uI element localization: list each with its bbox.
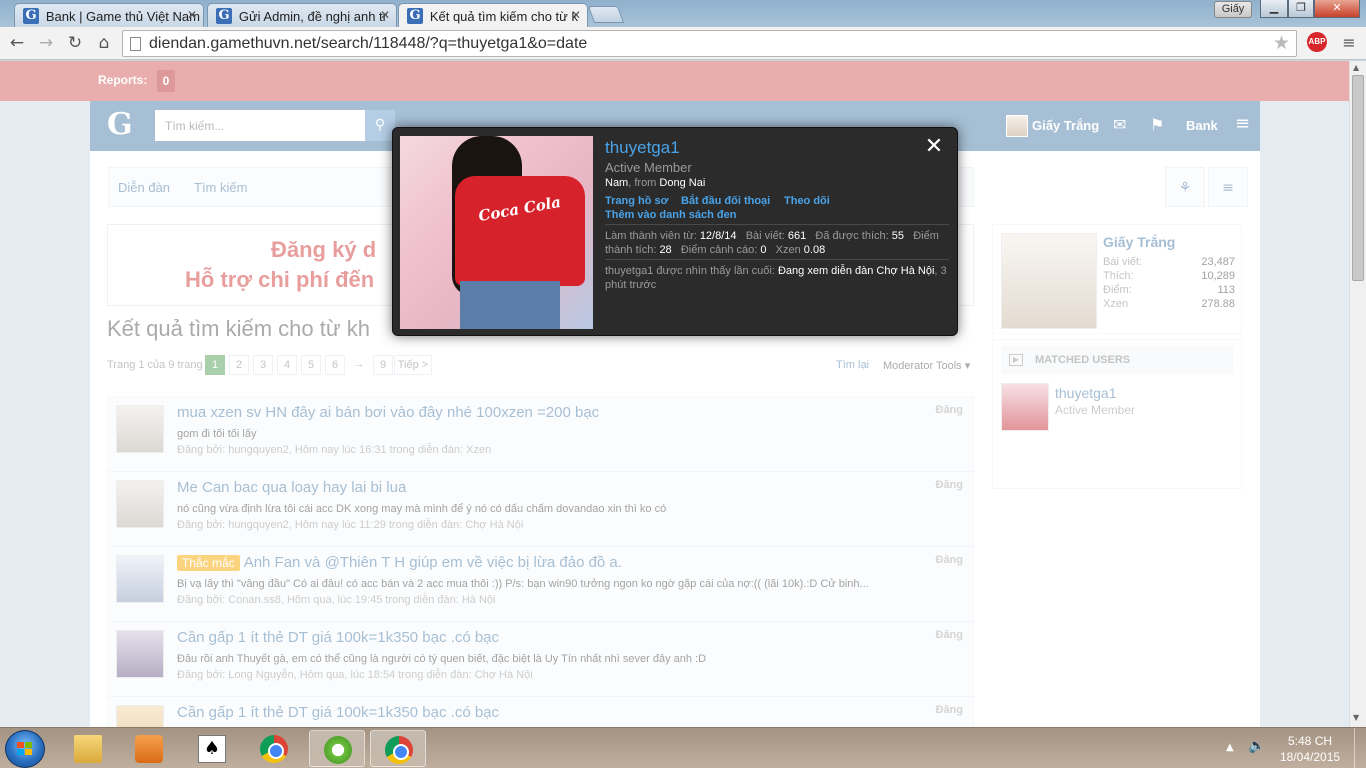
photo-shirt	[455, 176, 585, 286]
stat-value: 0	[760, 244, 767, 256]
member-name[interactable]: thuyetga1	[605, 138, 680, 158]
taskbar-media-player[interactable]	[121, 730, 177, 767]
divider	[605, 259, 949, 260]
browser-tab-active[interactable]: G Kết quả tìm kiếm cho từ k ✕	[398, 3, 588, 28]
chrome-icon	[385, 736, 413, 764]
member-last-seen: thuyetga1 được nhìn thấy lần cuối: Đang …	[605, 264, 949, 292]
cards-icon: ♠	[198, 735, 226, 763]
windows-logo-icon	[17, 742, 32, 755]
stat-label: Điểm cảnh cáo:	[680, 244, 758, 256]
address-bar[interactable]: diendan.gamethuvn.net/search/118448/?q=t…	[122, 30, 1297, 57]
browser-tab-strip: G Bank | Game thủ Việt Nam ✕ G Gửi Admin…	[0, 0, 1366, 28]
start-button[interactable]	[5, 730, 45, 768]
tab-title: Kết quả tìm kiếm cho từ k	[429, 8, 578, 24]
adblock-plus-icon[interactable]: ABP	[1307, 32, 1327, 52]
page-scrollbar[interactable]: ▲ ▼	[1349, 61, 1366, 727]
window-close-button[interactable]: ✕	[1314, 0, 1360, 18]
member-from-label: , from	[628, 177, 660, 189]
forward-arrow-icon[interactable]: →	[35, 33, 57, 53]
taskbar-chrome-active[interactable]	[370, 730, 426, 767]
member-title: Active Member	[605, 160, 692, 175]
photo-shorts	[460, 281, 560, 329]
taskbar-app-active[interactable]	[309, 730, 365, 767]
taskbar-explorer[interactable]	[60, 730, 116, 767]
media-player-icon	[135, 735, 163, 763]
close-icon[interactable]: ✕	[923, 136, 945, 158]
tab-close-icon[interactable]: ✕	[571, 8, 581, 22]
reload-icon[interactable]: ↻	[64, 33, 86, 53]
last-seen-prefix: thuyetga1 được nhìn thấy lần cuối:	[605, 265, 775, 277]
browser-toolbar: ← → ↻ ⌂ diendan.gamethuvn.net/search/118…	[0, 27, 1366, 60]
new-tab-button[interactable]	[587, 6, 625, 23]
stat-label: Bài viết:	[745, 230, 785, 242]
stat-label: Đã được thích:	[815, 230, 889, 242]
profile-page-link[interactable]: Trang hồ sơ	[605, 195, 668, 207]
browser-tab[interactable]: G Gửi Admin, đề nghị anh tr ✕	[207, 3, 397, 27]
member-card-popup: Coca Cola thuyetga1 Active Member Nam, f…	[392, 127, 958, 336]
minimize-button[interactable]: ▁	[1260, 0, 1288, 18]
site-favicon-icon: G	[216, 8, 232, 24]
stat-label: Xzen	[775, 244, 801, 256]
member-avatar-photo[interactable]: Coca Cola	[400, 136, 593, 329]
home-icon[interactable]: ⌂	[93, 33, 115, 53]
stat-value: 661	[787, 230, 807, 242]
tab-close-icon[interactable]: ✕	[187, 8, 197, 22]
browser-tab[interactable]: G Bank | Game thủ Việt Nam ✕	[14, 3, 204, 27]
tab-title: Bank | Game thủ Việt Nam	[45, 8, 200, 24]
follow-link[interactable]: Theo dõi	[784, 195, 830, 207]
tray-expand-icon[interactable]: ▲	[1226, 742, 1234, 753]
profile-badge[interactable]: Giấy	[1214, 1, 1252, 18]
stat-value: 0.08	[803, 244, 826, 256]
member-info: Nam, from Dong Nai	[605, 177, 705, 189]
show-desktop-button[interactable]	[1354, 728, 1366, 768]
url-text[interactable]: diendan.gamethuvn.net/search/118448/?q=t…	[149, 35, 587, 53]
last-seen-activity: Đang xem diễn đàn Chợ Hà Nội	[777, 265, 935, 277]
windows-taskbar: ♠ ▲ 🔈 5:48 CH 18/04/2015	[0, 727, 1366, 768]
back-arrow-icon[interactable]: ←	[6, 33, 28, 53]
volume-icon[interactable]: 🔈	[1248, 738, 1265, 754]
stat-label: Làm thành viên từ:	[605, 230, 697, 242]
site-favicon-icon: G	[407, 8, 423, 24]
maximize-button[interactable]: ❐	[1288, 0, 1314, 18]
member-location: Dong Nai	[659, 177, 706, 189]
bookmark-star-icon[interactable]: ★	[1273, 32, 1290, 54]
ignore-link[interactable]: Thêm vào danh sách đen	[605, 209, 736, 221]
app-icon	[324, 736, 352, 764]
member-stats: Làm thành viên từ: 12/8/14 Bài viết: 661…	[605, 229, 949, 257]
taskbar-solitaire[interactable]: ♠	[184, 730, 240, 767]
member-gender: Nam	[605, 177, 629, 189]
scroll-down-arrow-icon[interactable]: ▼	[1353, 713, 1359, 722]
folder-icon	[74, 735, 102, 763]
browser-menu-icon[interactable]: ≡	[1340, 33, 1358, 53]
scrollbar-thumb[interactable]	[1352, 75, 1364, 281]
tab-title: Gửi Admin, đề nghị anh tr	[238, 8, 388, 24]
clock-time[interactable]: 5:48 CH	[1288, 734, 1332, 748]
start-conversation-link[interactable]: Bắt đầu đối thoại	[681, 195, 770, 207]
divider	[605, 224, 949, 225]
chrome-icon	[260, 735, 288, 763]
tab-close-icon[interactable]: ✕	[380, 8, 390, 22]
taskbar-chrome[interactable]	[246, 730, 302, 767]
clock-date[interactable]: 18/04/2015	[1280, 750, 1340, 764]
stat-value: 12/8/14	[699, 230, 737, 242]
scroll-up-arrow-icon[interactable]: ▲	[1353, 63, 1359, 72]
site-favicon-icon: G	[23, 8, 39, 24]
stat-value: 55	[891, 230, 905, 242]
stat-value: 28	[659, 244, 672, 256]
page-icon	[130, 37, 141, 51]
